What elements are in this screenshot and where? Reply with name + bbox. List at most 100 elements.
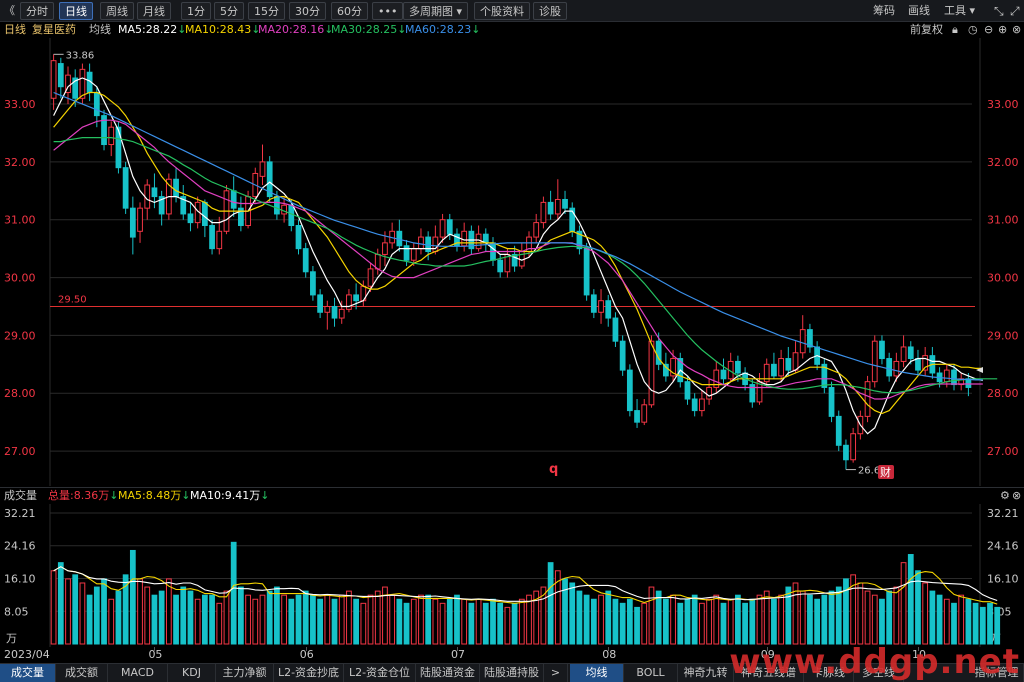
volume-bar xyxy=(504,606,511,645)
x-tick-label: 06 xyxy=(299,648,314,661)
close-icon[interactable]: ⊗ xyxy=(1012,23,1021,37)
volume-bar xyxy=(482,602,489,645)
candle-body xyxy=(302,248,309,273)
tab-l2-bottom[interactable]: L2-资金抄底 xyxy=(274,664,344,682)
tab-turnover[interactable]: 成交额 xyxy=(56,664,108,682)
y-tick-label-left: 28.00 xyxy=(4,387,36,400)
volume-bar xyxy=(720,602,727,645)
draw-line-button[interactable]: 画线 xyxy=(908,3,930,19)
volume-bar xyxy=(922,582,929,645)
tab-volume[interactable]: 成交量 xyxy=(0,664,56,682)
tab-ma[interactable]: 均线 xyxy=(570,664,624,682)
tab-l2-position[interactable]: L2-资金仓位 xyxy=(344,664,416,682)
volume-bar xyxy=(180,586,187,645)
settings-icon[interactable]: ⚙ xyxy=(1000,489,1010,503)
volume-bar xyxy=(706,598,712,645)
ma-label[interactable]: 均线 xyxy=(89,23,111,37)
x-tick-label: 2023/04 xyxy=(4,648,50,661)
volume-ma10: MA10:9.41万↓ xyxy=(190,489,269,503)
tab-period-15min[interactable]: 15分 xyxy=(248,2,285,20)
volume-bar xyxy=(367,594,374,645)
close-icon[interactable]: ⊗ xyxy=(1012,489,1021,503)
stock-name: 复星医药 xyxy=(32,23,76,36)
tab-main-net[interactable]: 主力净额 xyxy=(216,664,274,682)
candle-body xyxy=(547,201,554,215)
candlestick-chart[interactable]: 33.00 33.00 32.00 32.00 31.00 31.00 30.00 30.00… xyxy=(0,38,1024,486)
volume-bar xyxy=(432,598,439,645)
tools-dropdown[interactable]: 工具 ▾ xyxy=(944,3,975,19)
candle-body xyxy=(915,358,921,371)
tab-period-monthly[interactable]: 月线 xyxy=(137,2,171,20)
tab-period-30min[interactable]: 30分 xyxy=(289,2,326,20)
multi-period-dropdown[interactable]: 多周期图 ▾ xyxy=(403,2,469,20)
candle-body xyxy=(324,305,331,313)
tab-period-1min[interactable]: 1分 xyxy=(181,2,211,20)
candle-body xyxy=(475,233,482,250)
tab-td9[interactable]: 神奇九转 xyxy=(678,664,734,682)
chevron-right-icon[interactable]: > xyxy=(544,664,568,682)
tab-hk-connect-holdings[interactable]: 陆股通持股 xyxy=(480,664,544,682)
volume-bar xyxy=(288,598,295,645)
volume-bar xyxy=(230,541,237,645)
volume-bar xyxy=(900,562,907,645)
ma10-text: MA10:28.43 xyxy=(185,23,252,36)
lock-icon[interactable]: 🔒︎ xyxy=(952,23,958,37)
volume-chart[interactable]: 32.2132.2124.1624.1616.1016.108.058.05万万 xyxy=(0,504,1024,647)
volume-bar xyxy=(562,578,568,645)
volume-bar xyxy=(864,590,871,645)
volume-bar xyxy=(396,598,403,645)
tab-period-60min[interactable]: 60分 xyxy=(331,2,368,20)
zoom-out-icon[interactable]: ⊖ xyxy=(984,23,993,37)
history-icon[interactable]: ◷ xyxy=(968,23,978,37)
back-button[interactable]: 《 xyxy=(4,3,15,19)
multi-period-label: 多周期图 xyxy=(409,5,453,18)
arrow-down-icon: ↓ xyxy=(471,23,481,36)
tab-period-daily[interactable]: 日线 xyxy=(59,2,93,20)
volume-info-bar: 成交量 总量:8.36万↓ MA5:8.48万↓ MA10:9.41万↓ ⚙ ⊗ xyxy=(0,487,1024,504)
collapse-icon[interactable]: ⤢ xyxy=(1010,3,1020,19)
tab-kdj[interactable]: KDJ xyxy=(168,664,216,682)
expand-icon[interactable]: ⤡ xyxy=(994,3,1004,19)
volume-bar xyxy=(713,594,720,645)
volume-bar xyxy=(252,598,259,645)
tab-hk-connect-funds[interactable]: 陆股通资金 xyxy=(416,664,480,682)
stock-info-button[interactable]: 个股资料 xyxy=(474,2,530,20)
candle-body xyxy=(835,415,842,446)
candle-body xyxy=(281,204,287,215)
chip-distribution-button[interactable]: 筹码 xyxy=(873,3,895,19)
event-marker-q: q xyxy=(549,462,558,477)
volume-bar xyxy=(526,594,532,645)
tab-period-timeshare[interactable]: 分时 xyxy=(20,2,54,20)
price-level-label: 29.50 xyxy=(58,294,87,305)
tab-period-weekly[interactable]: 周线 xyxy=(100,2,134,20)
volume-bar xyxy=(454,594,460,645)
volume-bar xyxy=(86,594,93,645)
diagnose-button[interactable]: 诊股 xyxy=(533,2,567,20)
volume-bar xyxy=(518,598,525,645)
candle-body xyxy=(497,259,504,273)
volume-total-text: 总量:8.36万 xyxy=(48,489,110,502)
candle-body xyxy=(482,233,489,244)
candle-body xyxy=(626,369,633,412)
volume-bar xyxy=(324,594,331,645)
candle-body xyxy=(843,444,849,461)
volume-bar xyxy=(662,598,669,645)
candle-body xyxy=(799,329,806,354)
candle-body xyxy=(907,346,914,360)
volume-bar xyxy=(785,586,792,645)
candle-body xyxy=(720,369,727,380)
zoom-in-icon[interactable]: ⊕ xyxy=(998,23,1007,37)
tab-boll[interactable]: BOLL xyxy=(624,664,678,682)
candle-body xyxy=(93,91,100,117)
ma30-text: MA30:28.25 xyxy=(331,23,398,36)
adjust-mode-button[interactable]: 前复权 xyxy=(910,23,943,37)
volume-bar xyxy=(979,606,986,645)
more-periods-button[interactable]: ••• xyxy=(372,2,404,20)
tab-period-5min[interactable]: 5分 xyxy=(214,2,244,20)
candle-body xyxy=(828,386,835,417)
volume-bar xyxy=(670,594,676,645)
volume-bar xyxy=(605,590,612,645)
volume-bar xyxy=(655,590,662,645)
tab-macd[interactable]: MACD xyxy=(108,664,168,682)
candle-body xyxy=(367,268,374,287)
